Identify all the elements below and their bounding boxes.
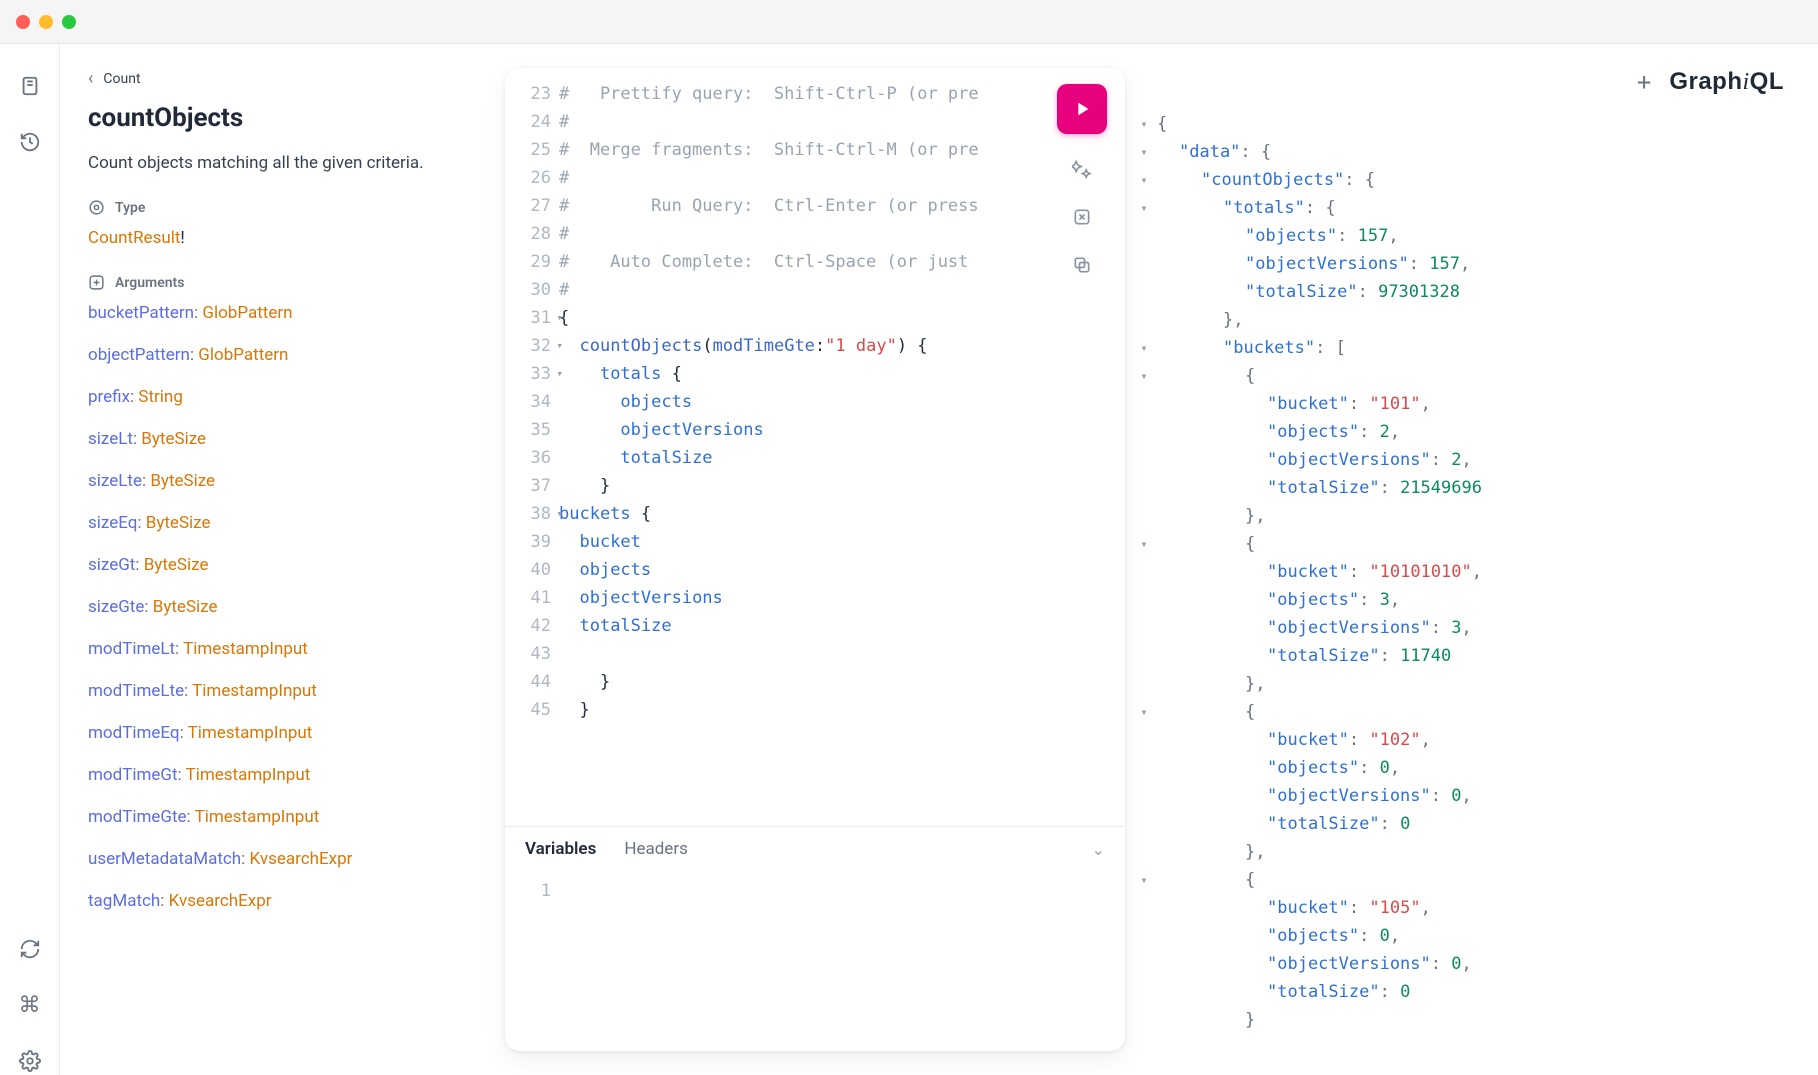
history-icon[interactable] [16,128,44,156]
field-description: Count objects matching all the given cri… [88,153,485,173]
argument-row[interactable]: sizeGt: ByteSize [88,555,485,575]
results-panel: + GraphiQL ▾{▾"data": {▾"countObjects": … [1133,44,1818,1075]
tab-variables[interactable]: Variables [525,839,596,859]
query-editor[interactable]: # Prettify query: Shift-Ctrl-P (or pre##… [559,80,1125,826]
variables-editor[interactable] [559,877,1125,1027]
argument-row[interactable]: sizeLt: ByteSize [88,429,485,449]
page-title: countObjects [88,103,485,133]
argument-row[interactable]: modTimeEq: TimestampInput [88,723,485,743]
result-type-link[interactable]: CountResult! [88,228,485,248]
argument-row[interactable]: sizeEq: ByteSize [88,513,485,533]
titlebar [0,0,1818,44]
editor-bottom-tabs: Variables Headers ⌄ [505,827,1125,871]
editor-gutter: 2324252627282930313233343536373839404142… [505,80,559,826]
run-button[interactable] [1057,84,1107,134]
breadcrumb[interactable]: ‹ Count [88,68,485,89]
docs-panel: ‹ Count countObjects Count objects match… [60,44,505,1075]
argument-row[interactable]: sizeLte: ByteSize [88,471,485,491]
tab-headers[interactable]: Headers [624,839,688,859]
side-rail: ⌘ [0,44,60,1075]
shortcuts-icon[interactable]: ⌘ [16,991,44,1019]
argument-row[interactable]: userMetadataMatch: KvsearchExpr [88,849,485,869]
merge-icon[interactable] [1069,204,1095,230]
argument-row[interactable]: modTimeGte: TimestampInput [88,807,485,827]
argument-row[interactable]: sizeGte: ByteSize [88,597,485,617]
breadcrumb-label: Count [103,71,140,87]
copy-icon[interactable] [1069,252,1095,278]
argument-row[interactable]: modTimeLt: TimestampInput [88,639,485,659]
argument-row[interactable]: bucketPattern: GlobPattern [88,303,485,323]
window-minimize[interactable] [39,15,53,29]
window-close[interactable] [16,15,30,29]
argument-row[interactable]: objectPattern: GlobPattern [88,345,485,365]
json-result[interactable]: ▾{▾"data": {▾"countObjects": {▾"totals":… [1139,110,1810,1034]
arguments-section-label: Arguments [88,274,485,291]
variables-gutter: 1 [505,877,559,1027]
graphiql-logo: GraphiQL [1669,68,1784,96]
argument-list: bucketPattern: GlobPattern objectPattern:… [88,303,485,911]
add-tab-button[interactable]: + [1637,68,1651,96]
window-zoom[interactable] [62,15,76,29]
chevron-left-icon: ‹ [88,68,93,89]
chevron-down-icon[interactable]: ⌄ [1092,840,1105,859]
argument-row[interactable]: prefix: String [88,387,485,407]
prettify-icon[interactable] [1069,156,1095,182]
refresh-icon[interactable] [16,935,44,963]
argument-row[interactable]: modTimeLte: TimestampInput [88,681,485,701]
query-editor-card: 2324252627282930313233343536373839404142… [505,68,1125,1051]
argument-row[interactable]: modTimeGt: TimestampInput [88,765,485,785]
docs-icon[interactable] [16,72,44,100]
argument-row[interactable]: tagMatch: KvsearchExpr [88,891,485,911]
type-section-label: Type [88,199,485,216]
settings-icon[interactable] [16,1047,44,1075]
